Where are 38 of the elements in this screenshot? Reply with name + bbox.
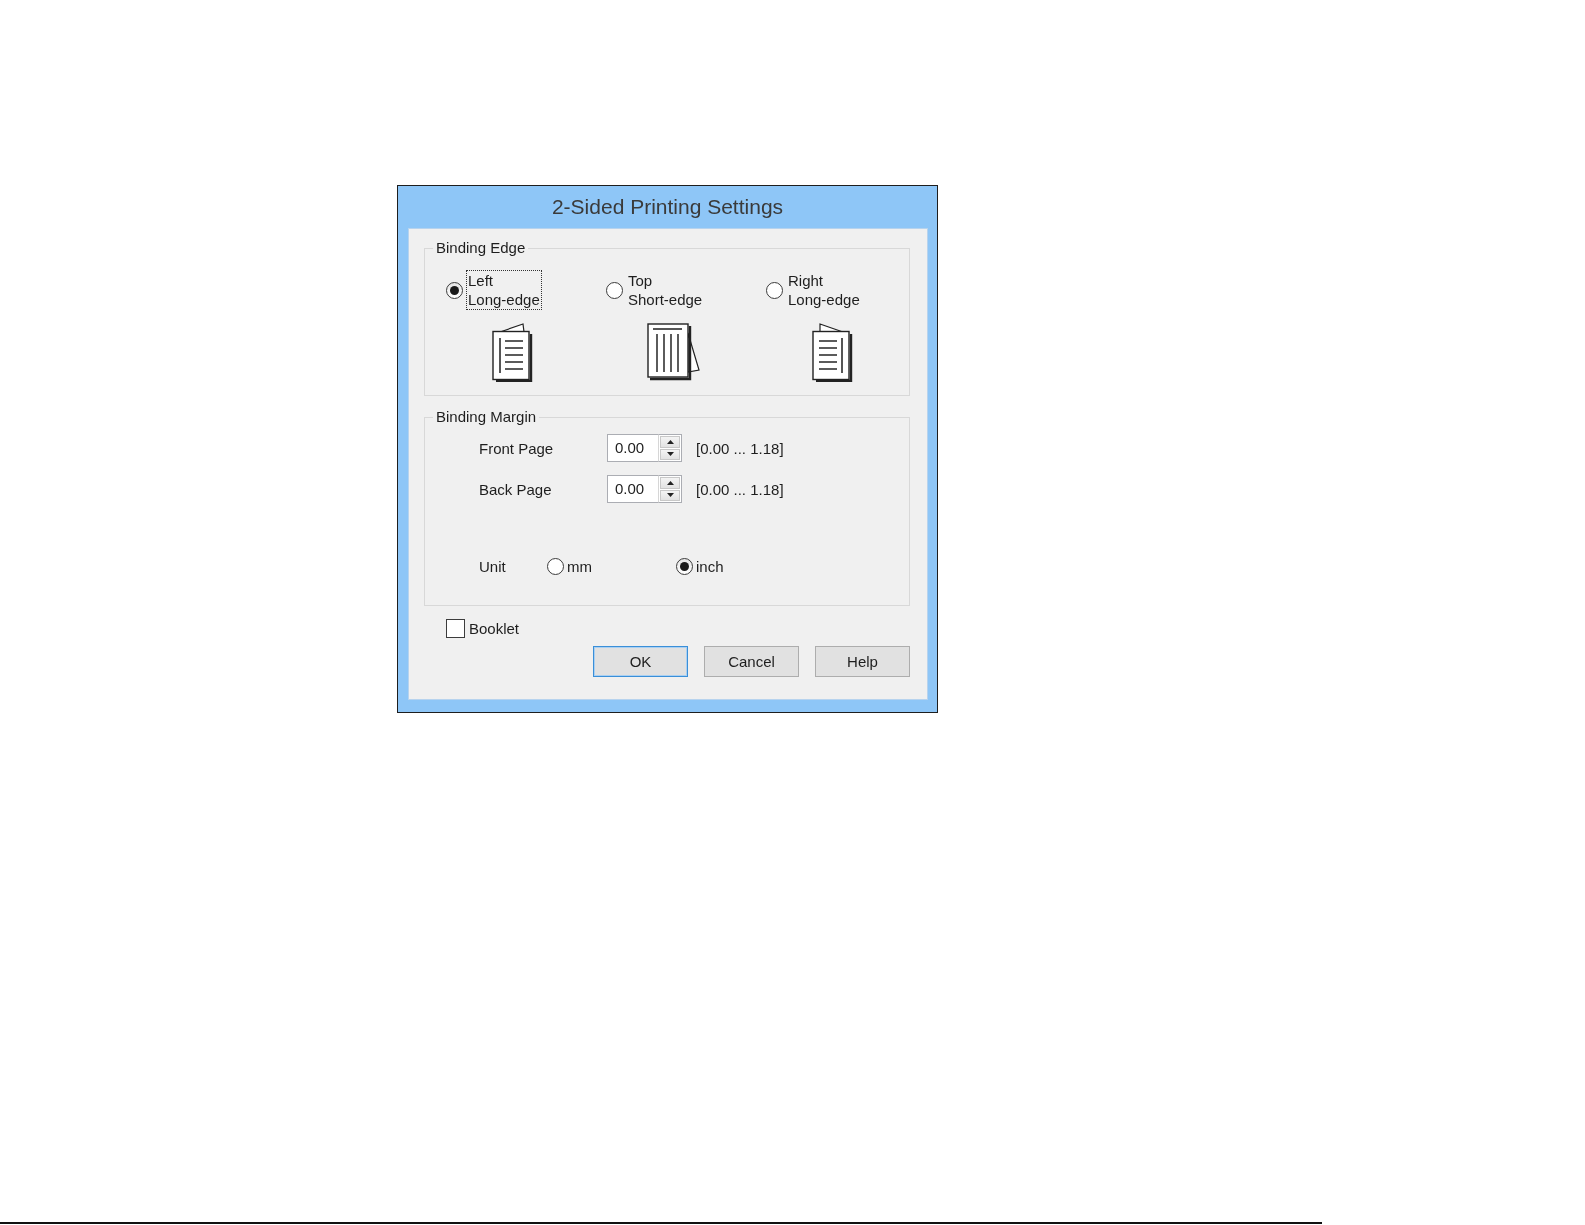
radio-label[interactable]: Top Short-edge bbox=[627, 271, 704, 309]
group-label: Binding Margin bbox=[435, 408, 538, 426]
caret-down-icon bbox=[666, 452, 674, 457]
spinner-control[interactable] bbox=[658, 434, 682, 462]
dialog-button[interactable]: OK bbox=[593, 646, 688, 677]
spin-up-button[interactable] bbox=[660, 436, 680, 448]
number-input[interactable]: 0.00 bbox=[607, 434, 658, 462]
radio-label[interactable]: inch bbox=[696, 557, 724, 576]
dialog-title: 2-Sided Printing Settings bbox=[551, 195, 784, 219]
booklet-top-binding-icon bbox=[646, 323, 700, 381]
radio-label[interactable]: mm bbox=[567, 557, 592, 576]
range-label: [0.00 ... 1.18] bbox=[696, 480, 785, 498]
radio-button[interactable] bbox=[676, 558, 693, 575]
spinner-control[interactable] bbox=[658, 475, 682, 503]
dialog-button[interactable]: Cancel bbox=[704, 646, 799, 677]
caret-up-icon bbox=[666, 439, 674, 444]
radio-button[interactable] bbox=[446, 281, 463, 299]
radio-button[interactable] bbox=[606, 281, 623, 299]
booklet-right-binding-icon bbox=[812, 323, 854, 382]
spin-down-button[interactable] bbox=[660, 489, 680, 501]
caret-up-icon bbox=[666, 480, 674, 485]
field-label: Unit bbox=[479, 558, 507, 575]
checkbox[interactable] bbox=[446, 618, 465, 638]
field-label: Front Page bbox=[479, 439, 555, 457]
booklet-left-binding-icon bbox=[492, 323, 534, 382]
radio-button[interactable] bbox=[766, 281, 783, 299]
radio-button[interactable] bbox=[547, 558, 564, 575]
range-label: [0.00 ... 1.18] bbox=[696, 439, 785, 457]
caret-down-icon bbox=[666, 493, 674, 498]
field-label: Back Page bbox=[479, 480, 553, 498]
dialog-button[interactable]: Help bbox=[815, 646, 910, 677]
checkbox-label[interactable]: Booklet bbox=[469, 618, 520, 638]
number-input[interactable]: 0.00 bbox=[607, 475, 658, 503]
group-label: Binding Edge bbox=[435, 239, 527, 257]
spin-down-button[interactable] bbox=[660, 448, 680, 460]
radio-label[interactable]: Left Long-edge bbox=[467, 271, 541, 309]
radio-label[interactable]: Right Long-edge bbox=[787, 271, 861, 309]
spin-up-button[interactable] bbox=[660, 477, 680, 489]
